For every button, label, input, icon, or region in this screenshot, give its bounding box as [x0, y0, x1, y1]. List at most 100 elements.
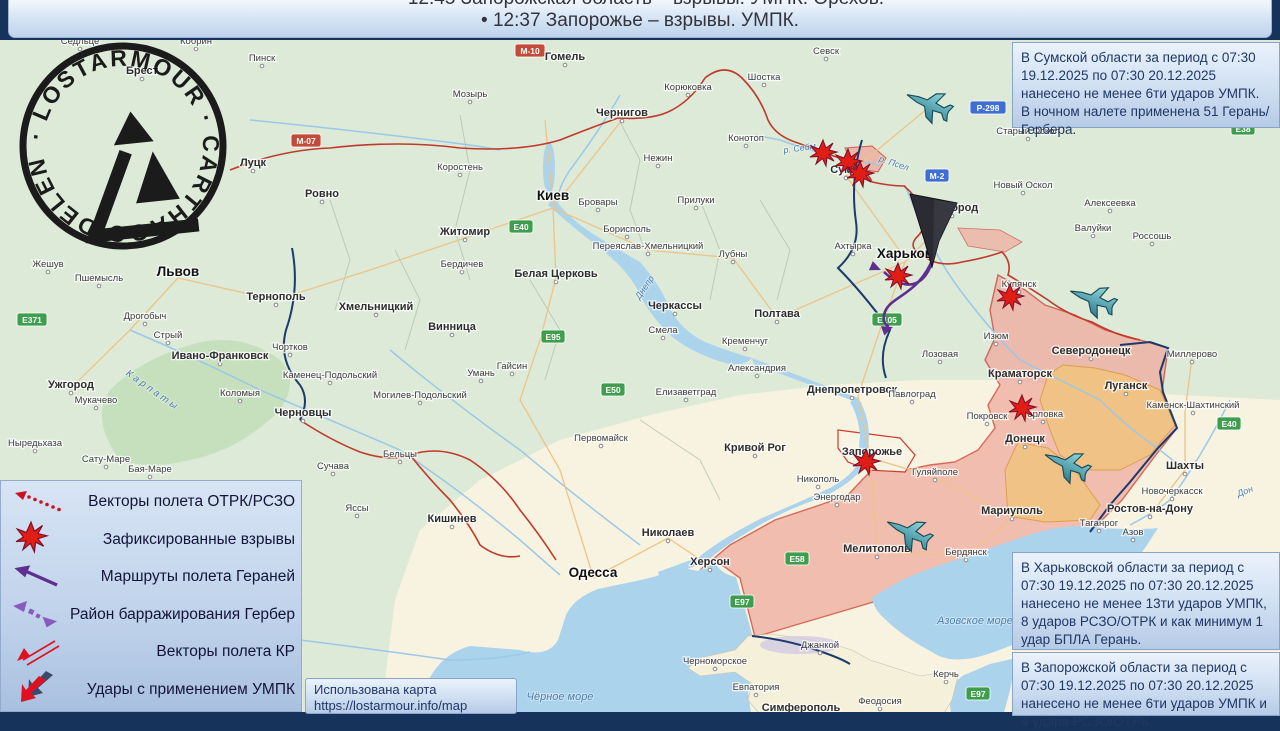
city-dot	[467, 99, 473, 105]
city-label: Миллерово	[1167, 349, 1217, 360]
city-dot	[478, 378, 484, 384]
city-dot	[287, 352, 293, 358]
city-label: Лубны	[719, 249, 748, 260]
city-label: Луцк	[240, 157, 267, 169]
city-dot	[1130, 537, 1136, 543]
city-label: Александрия	[728, 363, 786, 374]
city-label: Ахтырка	[834, 241, 872, 252]
city-label: Гомель	[545, 51, 586, 63]
city-label: Кишинев	[428, 513, 477, 525]
city-dot	[707, 567, 713, 573]
city-label: Умань	[467, 368, 495, 379]
city-dot	[250, 168, 256, 174]
news-ticker-banner: • 12:45 Запорожская область – взрывы. УМ…	[8, 0, 1272, 38]
city-dot	[68, 390, 74, 396]
city-label: Ровно	[305, 188, 339, 200]
city-label: Черновцы	[275, 407, 332, 419]
attribution-link[interactable]: https://lostarmour.info/map	[314, 698, 508, 714]
road-badge-label: М-10	[520, 46, 540, 56]
city-dot	[103, 464, 109, 470]
city-label: Пинск	[249, 53, 276, 64]
road-badge-label: Е97	[970, 689, 985, 699]
city-label: Мукачево	[75, 395, 118, 406]
info-box-kharkiv-text: В Харьковской области за период с 07:30 …	[1021, 560, 1267, 647]
road-badge-label: Р-298	[977, 103, 1000, 113]
city-label: Ростов-на-Дону	[1107, 503, 1194, 515]
city-dot	[449, 332, 455, 338]
city-dot	[742, 346, 748, 352]
city-label: Бая-Маре	[128, 464, 172, 475]
city-dot	[874, 554, 880, 560]
city-label: Черноморское	[683, 656, 747, 667]
city-dot	[1182, 471, 1188, 477]
city-label: Харьков	[877, 246, 933, 261]
legend-item-otrk: Векторы полета ОТРК/РСЗО	[5, 485, 295, 519]
info-box-sumy: В Сумской области за период с 07:30 19.1…	[1012, 42, 1280, 137]
road-badge-label: Е105	[877, 315, 897, 325]
geo-label: Азовское море	[936, 615, 1013, 627]
city-dot	[660, 335, 666, 341]
city-label: Новочеркасск	[1142, 486, 1204, 497]
city-label: Елизаветград	[656, 387, 717, 398]
city-dot	[665, 538, 671, 544]
road-badge-label: Е97	[734, 597, 749, 607]
legend-label: Векторы полета КР	[156, 643, 295, 661]
city-dot	[619, 118, 625, 124]
city-dot	[683, 397, 689, 403]
city-dot	[963, 557, 969, 563]
city-dot	[685, 92, 691, 98]
city-dot	[96, 283, 102, 289]
city-dot	[743, 143, 749, 149]
info-box-zaporizhzhia: В Запорожской области за период с 07:30 …	[1012, 652, 1280, 729]
city-dot	[457, 172, 463, 178]
city-dot	[1149, 241, 1155, 247]
info-box-kharkiv: В Харьковской области за период с 07:30 …	[1012, 552, 1280, 650]
city-label: Одесса	[569, 565, 618, 580]
city-label: Киев	[537, 188, 569, 203]
gerbera-loiter-icon	[5, 595, 67, 634]
city-dot	[598, 443, 604, 449]
city-label: Тернополь	[246, 291, 305, 303]
city-dot	[417, 400, 423, 406]
explosion-icon	[5, 520, 67, 559]
road-badge-label: Е58	[789, 554, 804, 564]
geran-route-icon	[5, 559, 67, 596]
city-label: Конотоп	[728, 133, 764, 144]
city-dot	[693, 205, 699, 211]
geo-label: Чёрное море	[527, 691, 594, 703]
city-dot	[909, 399, 915, 405]
city-label: Херсон	[690, 556, 730, 568]
city-label: Пшемысль	[75, 273, 123, 284]
city-dot	[1189, 359, 1195, 365]
city-label: Евпатория	[733, 682, 780, 693]
city-label: Лозовая	[922, 349, 958, 360]
map-attribution: Использована карта https://lostarmour.in…	[305, 678, 517, 714]
city-dot	[553, 279, 559, 285]
city-label: Северодонецк	[1052, 345, 1131, 357]
city-dot	[354, 513, 360, 519]
city-label: Кривой Рог	[724, 442, 786, 454]
city-label: Алексеевка	[1084, 198, 1136, 209]
legend-label: Удары с применением УМПК	[86, 680, 295, 698]
city-dot	[319, 199, 325, 205]
legend-label: Зафиксированные взрывы	[102, 530, 295, 548]
city-dot	[937, 359, 943, 365]
city-label: Джанкой	[801, 640, 839, 651]
lostarmour-logo: · LOSTARMOUR · CARTHAGO DELENDA EST	[4, 13, 232, 258]
city-label: Житомир	[439, 226, 490, 238]
city-dot	[300, 418, 306, 424]
umpk-strike-icon	[5, 670, 67, 709]
city-dot	[823, 56, 829, 62]
city-dot	[1009, 516, 1015, 522]
city-dot	[509, 371, 515, 377]
ticker-line-1: • 12:45 Запорожская область – взрывы. УМ…	[9, 0, 1271, 10]
city-label: Изюм	[984, 331, 1009, 342]
city-dot	[1107, 208, 1113, 214]
city-label: Краматорск	[988, 368, 1052, 380]
city-label: Ивано-Франковск	[172, 350, 269, 362]
city-label: Мозырь	[453, 89, 488, 100]
city-label: Бердянск	[945, 547, 987, 558]
city-label: Белая Церковь	[514, 268, 597, 280]
road-badge-label: Е50	[605, 385, 620, 395]
city-dot	[259, 63, 265, 69]
